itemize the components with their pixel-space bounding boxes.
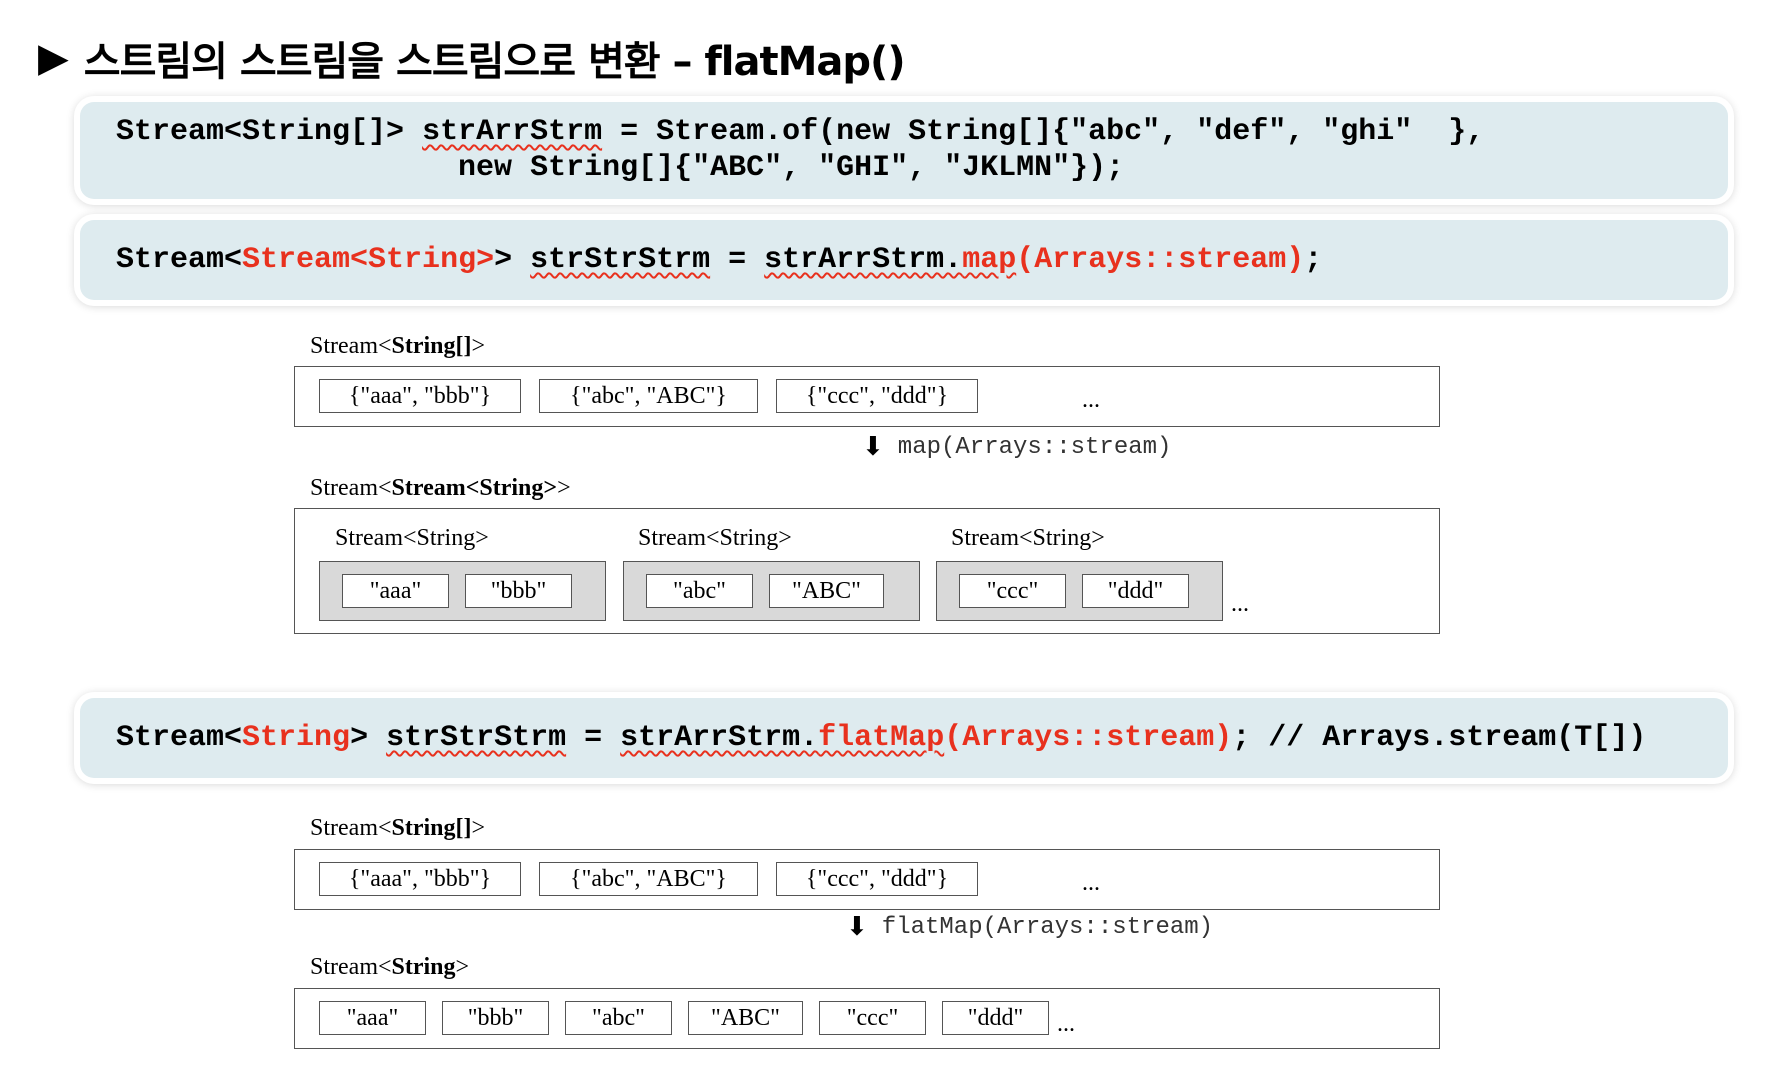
string-cell: "ddd" — [1082, 574, 1189, 608]
code-box-3: Stream<String> strStrStrm = strArrStrm.f… — [80, 698, 1728, 778]
code-line-1: Stream<String[]> strArrStrm = Stream.of(… — [116, 115, 1485, 149]
array-cell-2: {"abc", "ABC"} — [539, 379, 758, 413]
array-cell-2: {"abc", "ABC"} — [539, 862, 758, 896]
array-cell-1: {"aaa", "bbb"} — [319, 379, 521, 413]
ellipsis: ... — [1082, 387, 1100, 413]
code-map-line: Stream<Stream<String>> strStrStrm = strA… — [116, 243, 1323, 277]
string-cell: "abc" — [646, 574, 753, 608]
string-cell: "ABC" — [769, 574, 884, 608]
ellipsis: ... — [1231, 591, 1249, 617]
diagram2-bottom-stream: "aaa" "bbb" "abc" "ABC" "ccc" "ddd" ... — [294, 988, 1440, 1049]
group1-label: Stream<String> — [335, 525, 489, 551]
array-cell-3: {"ccc", "ddd"} — [776, 862, 978, 896]
title-text: 스트림의 스트림을 스트림으로 변환 – flatMap() — [83, 39, 906, 85]
down-arrow-icon: ⬇ — [862, 432, 884, 462]
diagram1-top-label: Stream<String[]> — [310, 333, 486, 359]
diagram1-map-arrow: ⬇ map(Arrays::stream) — [862, 432, 1171, 462]
string-cell: "bbb" — [465, 574, 572, 608]
code-box-2: Stream<Stream<String>> strStrStrm = strA… — [80, 220, 1728, 300]
array-cell-3: {"ccc", "ddd"} — [776, 379, 978, 413]
diagram2-bottom-label: Stream<String> — [310, 954, 470, 980]
diagram1-top-stream: {"aaa", "bbb"} {"abc", "ABC"} {"ccc", "d… — [294, 366, 1440, 427]
string-cell: "ccc" — [819, 1001, 926, 1035]
page-title: ▶ 스트림의 스트림을 스트림으로 변환 – flatMap() — [38, 28, 906, 88]
diagram2-top-label: Stream<String[]> — [310, 815, 486, 841]
code-line-2: new String[]{"ABC", "GHI", "JKLMN"}); — [116, 151, 1125, 185]
inner-stream-2: "abc" "ABC" — [623, 561, 920, 621]
code-flatmap-line: Stream<String> strStrStrm = strArrStrm.f… — [116, 721, 1647, 755]
string-cell: "aaa" — [319, 1001, 426, 1035]
triangle-bullet-icon: ▶ — [38, 35, 69, 81]
string-cell: "ddd" — [942, 1001, 1049, 1035]
diagram2-top-stream: {"aaa", "bbb"} {"abc", "ABC"} {"ccc", "d… — [294, 849, 1440, 910]
array-cell-1: {"aaa", "bbb"} — [319, 862, 521, 896]
group3-label: Stream<String> — [951, 525, 1105, 551]
string-cell: "ccc" — [959, 574, 1066, 608]
string-cell: "bbb" — [442, 1001, 549, 1035]
ellipsis: ... — [1057, 1011, 1075, 1037]
diagram1-bottom-stream: Stream<String> "aaa" "bbb" Stream<String… — [294, 508, 1440, 634]
var-strArrStrm: strArrStrm — [422, 115, 603, 149]
string-cell: "aaa" — [342, 574, 449, 608]
inner-stream-3: "ccc" "ddd" — [936, 561, 1223, 621]
flatmap-op-label: flatMap(Arrays::stream) — [881, 913, 1214, 941]
group2-label: Stream<String> — [638, 525, 792, 551]
string-cell: "abc" — [565, 1001, 672, 1035]
map-op-label: map(Arrays::stream) — [897, 433, 1172, 461]
ellipsis: ... — [1082, 870, 1100, 896]
inner-stream-1: "aaa" "bbb" — [319, 561, 606, 621]
code-box-1: Stream<String[]> strArrStrm = Stream.of(… — [80, 102, 1728, 199]
string-cell: "ABC" — [688, 1001, 803, 1035]
down-arrow-icon: ⬇ — [846, 912, 868, 942]
diagram1-bottom-label: Stream<Stream<String>> — [310, 475, 571, 501]
diagram2-flatmap-arrow: ⬇ flatMap(Arrays::stream) — [846, 912, 1213, 942]
